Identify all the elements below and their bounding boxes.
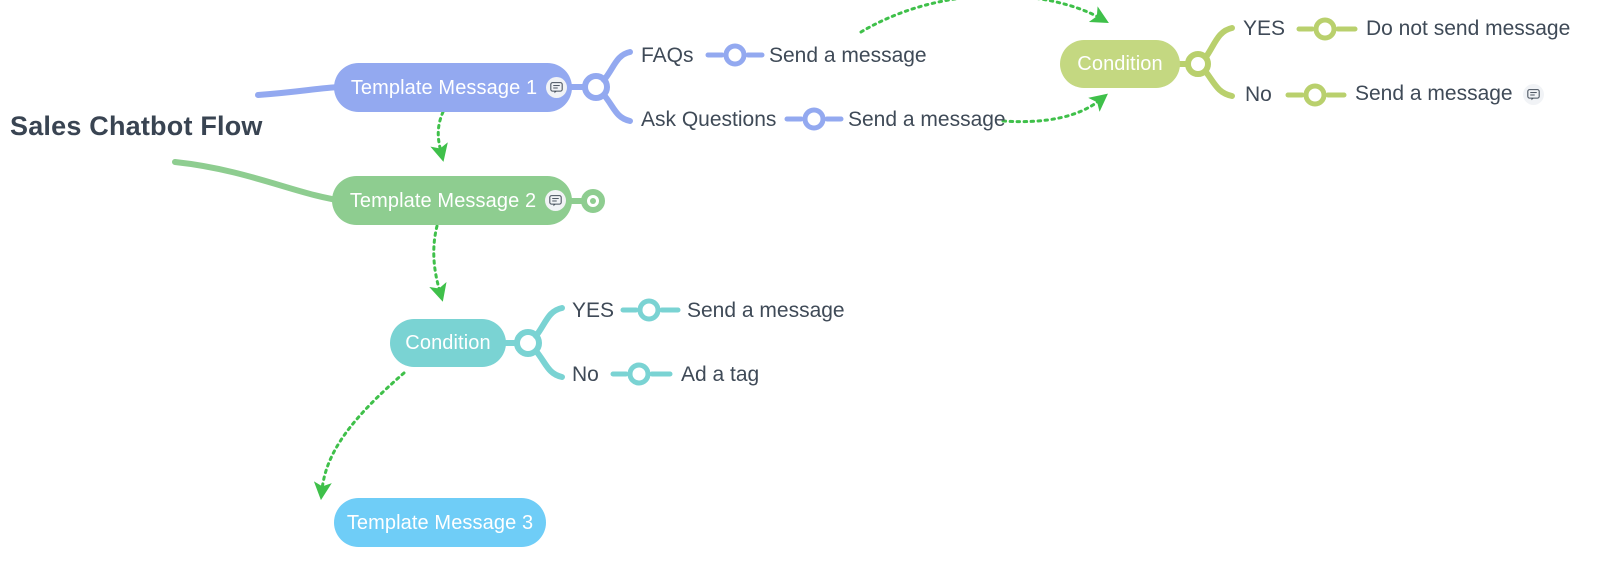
edge-teal-to-yes — [533, 305, 565, 339]
branch-label-faqs[interactable]: FAQs — [641, 45, 694, 66]
node-condition-olive-label: Condition — [1077, 53, 1163, 75]
page-title: Sales Chatbot Flow — [10, 111, 263, 141]
node-template-message-3[interactable]: Template Message 3 — [334, 498, 546, 547]
message-bubble-icon — [546, 77, 568, 98]
hub-condition-teal — [514, 329, 542, 357]
arrow-tm1-to-tm2 — [430, 110, 448, 162]
flow-canvas: Sales Chatbot Flow Template Message 1 Te… — [0, 0, 1600, 566]
hub-tm2-collapsed-core — [590, 198, 596, 204]
branch-action-ad-a-tag[interactable]: Ad a tag — [681, 364, 759, 385]
edge-incoming-tm2 — [172, 159, 348, 204]
edge-tm1-to-faqs — [601, 49, 633, 83]
branch-action-olive-no-text: Send a message — [1355, 82, 1513, 105]
arrow-tm2-to-condition-teal — [429, 224, 447, 302]
message-bubble-icon — [1522, 83, 1544, 105]
hub-teal-yes — [637, 298, 661, 322]
message-bubble-icon — [545, 190, 567, 211]
hub-olive-no — [1303, 83, 1327, 107]
hub-teal-no — [627, 362, 651, 386]
branch-label-olive-no[interactable]: No — [1245, 84, 1272, 105]
edge-incoming-tm1 — [255, 84, 343, 98]
branch-label-teal-no[interactable]: No — [572, 364, 599, 385]
hub-olive-yes — [1313, 17, 1337, 41]
hub-condition-olive — [1185, 51, 1211, 77]
node-template-message-3-label: Template Message 3 — [346, 511, 534, 534]
hub-tm1 — [582, 73, 610, 101]
edge-tm1-to-ask — [601, 92, 633, 124]
node-template-message-2[interactable]: Template Message 2 — [332, 176, 572, 225]
branch-action-olive-no-send-a-message[interactable]: Send a message — [1355, 83, 1544, 105]
branch-action-faqs-send-a-message[interactable]: Send a message — [769, 45, 927, 66]
branch-action-do-not-send-message[interactable]: Do not send message — [1366, 18, 1570, 39]
branch-action-teal-yes-send-a-message[interactable]: Send a message — [687, 300, 845, 321]
edge-olive-to-no — [1203, 69, 1235, 99]
branch-label-ask-questions[interactable]: Ask Questions — [641, 109, 776, 130]
edge-olive-to-yes — [1203, 25, 1235, 60]
arrow-condition-teal-to-tm3 — [313, 371, 406, 501]
branch-label-olive-yes[interactable]: YES — [1243, 18, 1285, 39]
node-template-message-1-label: Template Message 1 — [350, 76, 538, 99]
node-condition-teal[interactable]: Condition — [390, 319, 506, 367]
branch-action-ask-questions-send-a-message[interactable]: Send a message — [848, 109, 1006, 130]
arrow-ask-msg-to-condition-olive — [1001, 93, 1108, 124]
hub-ask — [802, 107, 826, 131]
hub-tm2-collapsed — [581, 189, 605, 213]
arrow-faqs-msg-to-condition-olive — [859, 0, 1109, 34]
node-template-message-2-label: Template Message 2 — [349, 189, 537, 212]
node-condition-olive[interactable]: Condition — [1060, 40, 1180, 88]
edge-teal-to-no — [533, 348, 565, 380]
hub-faqs — [723, 43, 747, 67]
node-condition-teal-label: Condition — [405, 332, 491, 354]
branch-label-teal-yes[interactable]: YES — [572, 300, 614, 321]
node-template-message-1[interactable]: Template Message 1 — [334, 63, 572, 112]
